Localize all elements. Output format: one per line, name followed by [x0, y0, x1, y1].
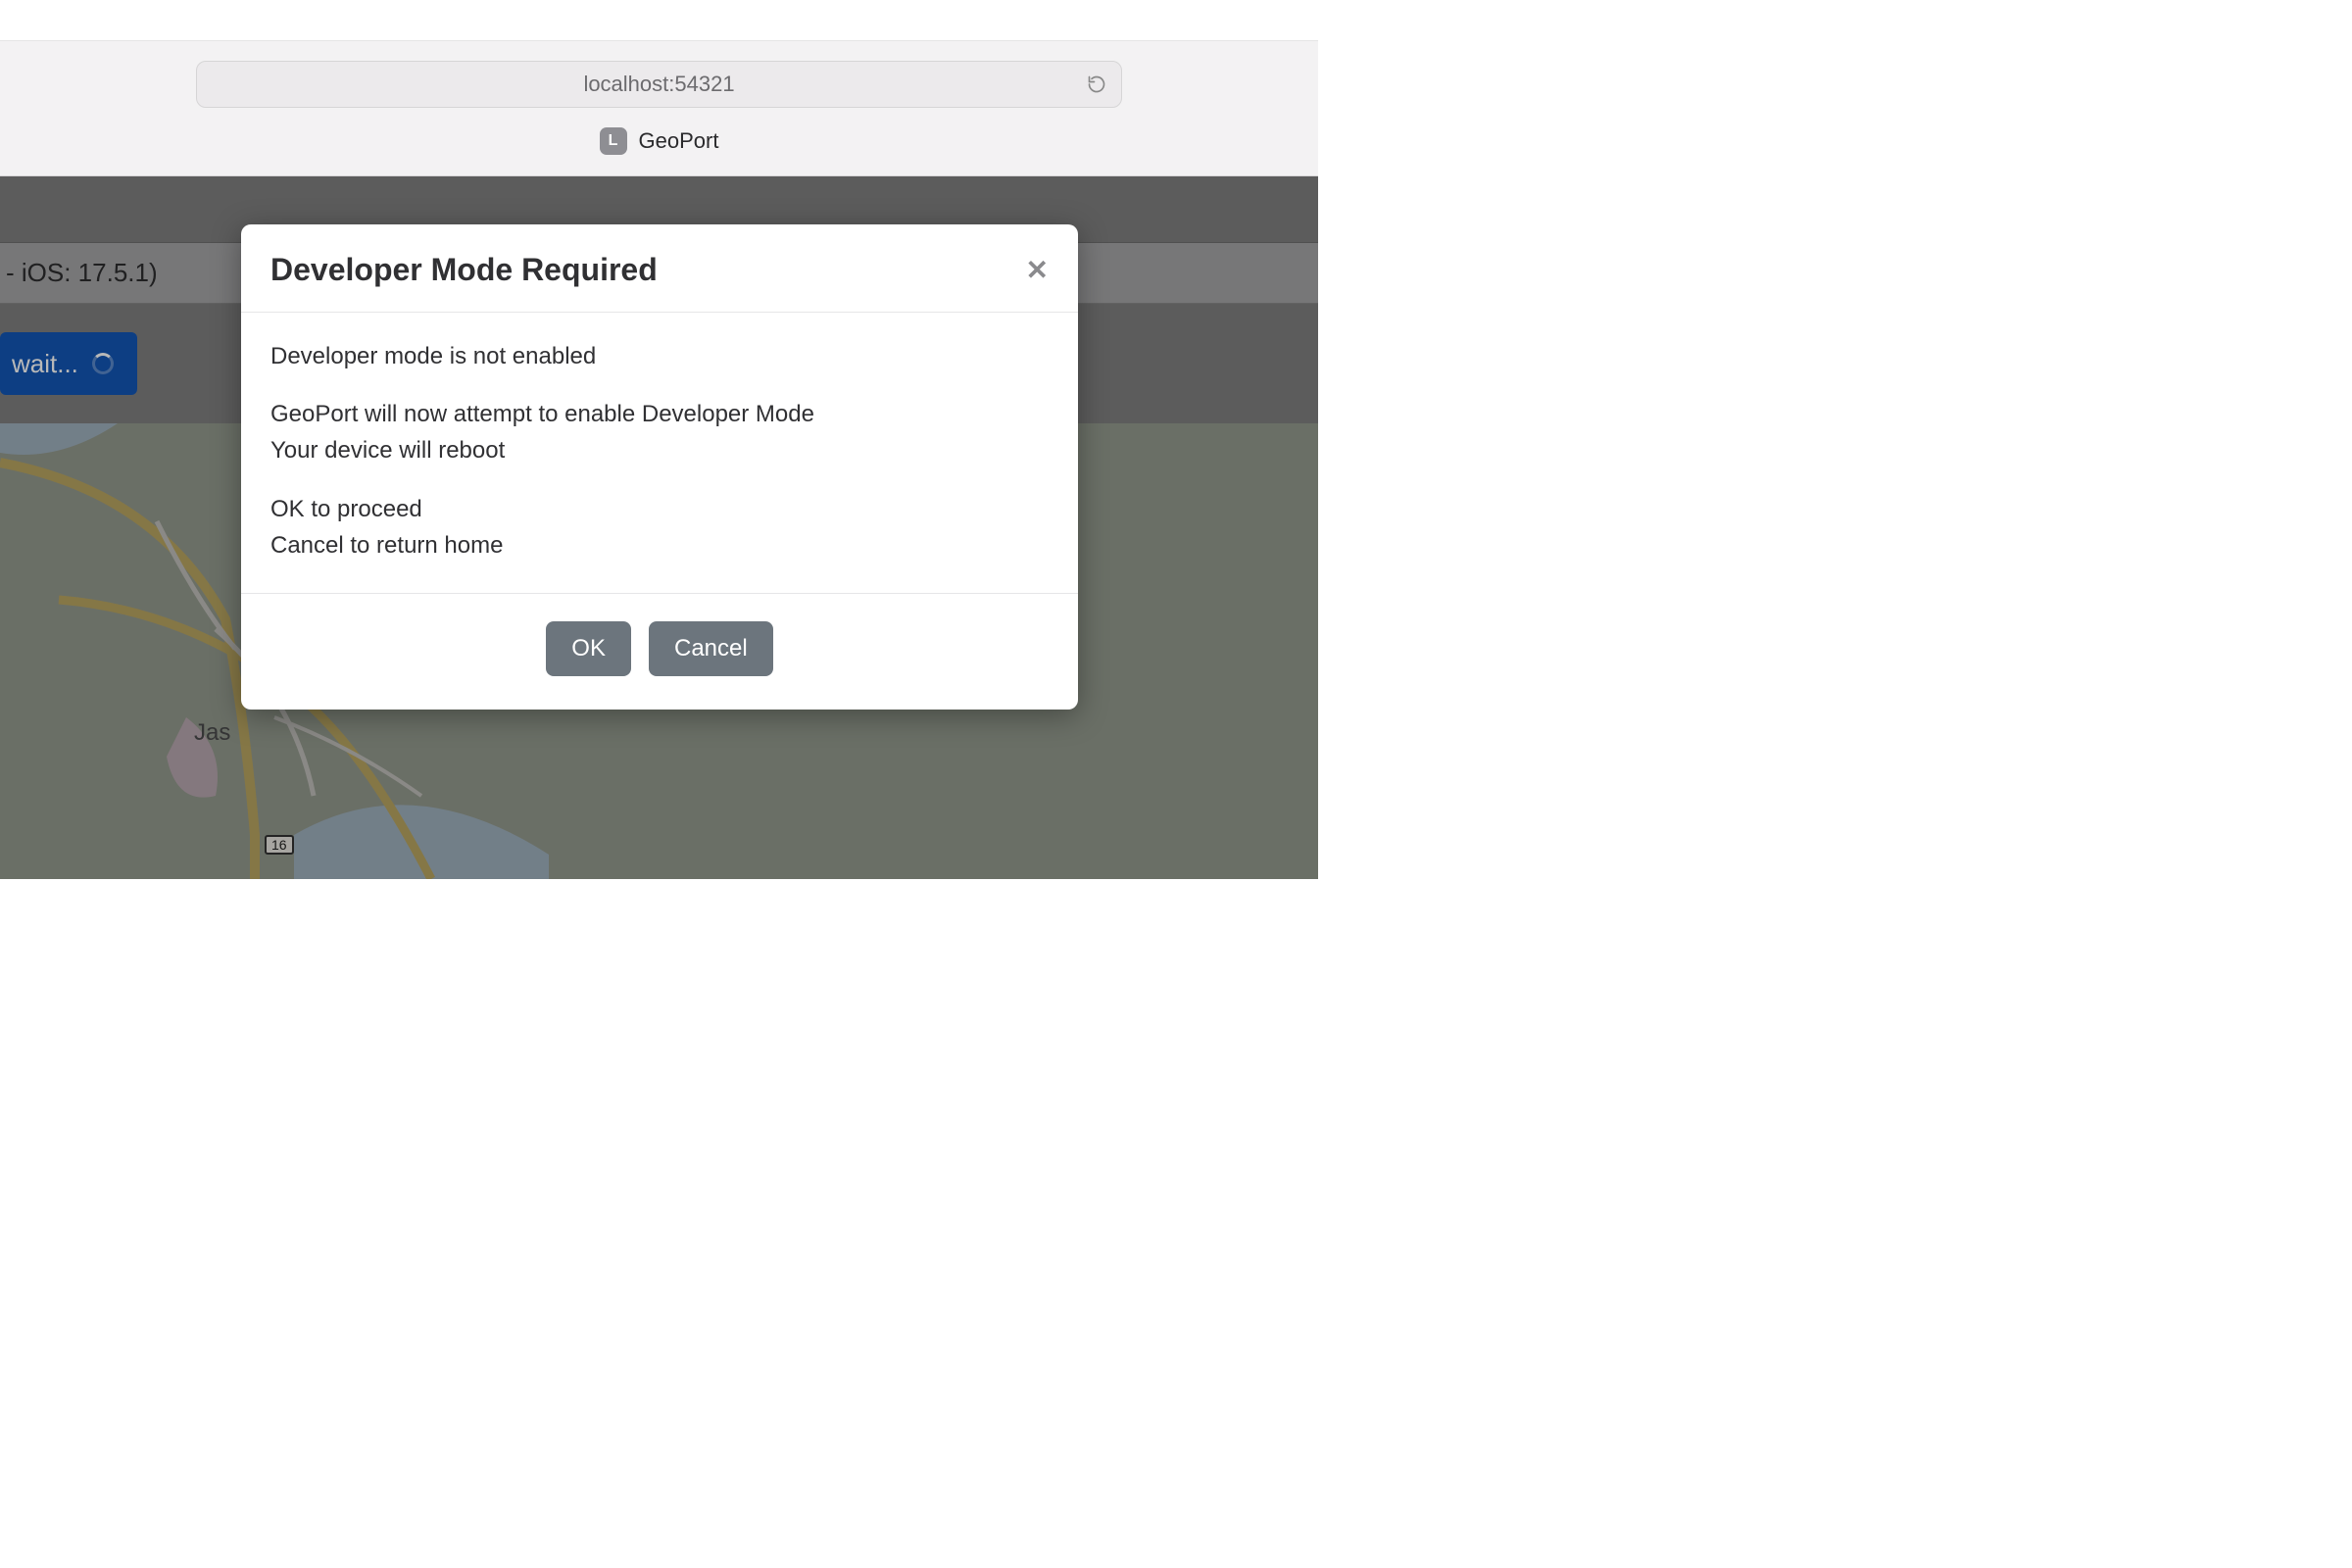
browser-chrome: localhost:54321 L GeoPort: [0, 0, 1318, 176]
modal-line-1: Developer mode is not enabled: [270, 338, 1049, 374]
address-bar[interactable]: localhost:54321: [196, 61, 1122, 108]
reload-icon[interactable]: [1086, 74, 1107, 95]
tab-favicon: L: [600, 127, 627, 155]
modal-line-5: Cancel to return home: [270, 527, 1049, 564]
cancel-button[interactable]: Cancel: [649, 621, 773, 676]
close-icon[interactable]: ✕: [1026, 257, 1049, 284]
modal-title: Developer Mode Required: [270, 252, 658, 288]
modal-line-2: GeoPort will now attempt to enable Devel…: [270, 396, 1049, 432]
toolbar-whitespace: [0, 0, 1318, 41]
tab-row: L GeoPort: [600, 127, 719, 155]
page-content: - iOS: 17.5.1) wait... Jas 16: [0, 176, 1318, 879]
developer-mode-modal: Developer Mode Required ✕ Developer mode…: [241, 224, 1078, 710]
url-text: localhost:54321: [583, 72, 734, 97]
tab-title[interactable]: GeoPort: [639, 128, 719, 154]
ok-button[interactable]: OK: [546, 621, 631, 676]
modal-body: Developer mode is not enabled GeoPort wi…: [241, 313, 1078, 594]
modal-line-4: OK to proceed: [270, 491, 1049, 527]
modal-footer: OK Cancel: [241, 594, 1078, 710]
modal-line-3: Your device will reboot: [270, 432, 1049, 468]
modal-header: Developer Mode Required ✕: [241, 224, 1078, 313]
